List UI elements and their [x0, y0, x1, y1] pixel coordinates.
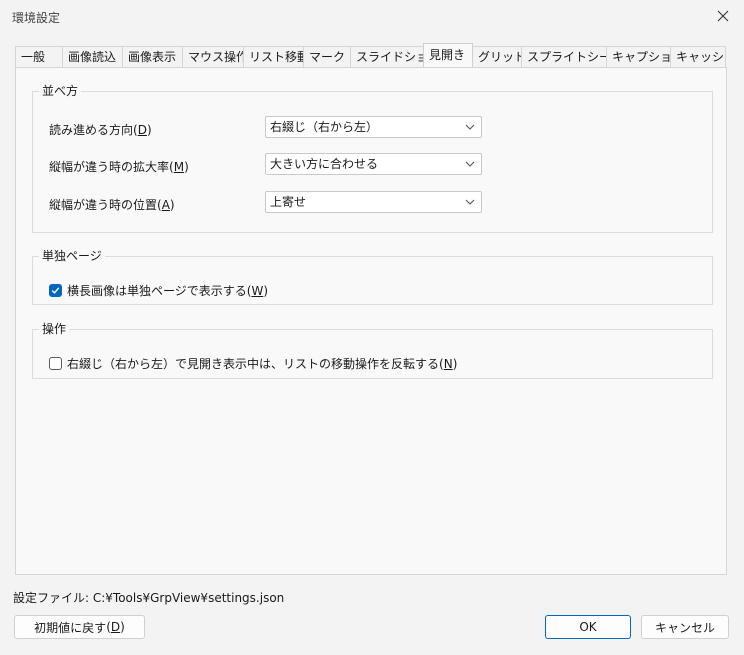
tab-strip: 一般 画像読込 画像表示 マウス操作 リスト移動 マーク スライドショー 見開き…: [15, 43, 727, 67]
checkmark-icon: [51, 286, 60, 294]
tab-spritesheet[interactable]: スプライトシート: [521, 46, 607, 67]
tab-mouse[interactable]: マウス操作: [182, 46, 244, 67]
chevron-down-icon: [465, 124, 475, 130]
zoom-ratio-label: 縦幅が違う時の拡大率(M): [49, 160, 189, 174]
landscape-single-page-checkbox[interactable]: 横長画像は単独ページで表示する(W): [49, 282, 268, 298]
tab-general[interactable]: 一般: [15, 46, 63, 67]
close-button[interactable]: [708, 4, 738, 28]
group-operation-title: 操作: [39, 321, 70, 337]
reset-defaults-button[interactable]: 初期値に戻す(D): [14, 615, 145, 639]
tab-image-display[interactable]: 画像表示: [122, 46, 183, 67]
tab-panel-spread: 並べ方 読み進める方向(D) 右綴じ（右から左） 縦幅が違う時の拡大率(M) 大…: [15, 67, 727, 575]
chevron-down-icon: [465, 199, 475, 205]
tab-image-load[interactable]: 画像読込: [62, 46, 123, 67]
checkbox-checked[interactable]: [49, 283, 62, 297]
ok-button[interactable]: OK: [545, 615, 631, 639]
tab-mark[interactable]: マーク: [303, 46, 351, 67]
cancel-button[interactable]: キャンセル: [641, 615, 729, 639]
group-operation: 操作 右綴じ（右から左）で見開き表示中は、リストの移動操作を反転する(N): [32, 321, 713, 379]
tab-cache[interactable]: キャッシュ: [670, 46, 726, 67]
alignment-value: 上寄せ: [270, 195, 307, 209]
group-order: 並べ方 読み進める方向(D) 右綴じ（右から左） 縦幅が違う時の拡大率(M) 大…: [32, 83, 713, 233]
alignment-label: 縦幅が違う時の位置(A): [49, 198, 175, 212]
group-order-title: 並べ方: [39, 83, 82, 99]
reading-direction-label: 読み進める方向(D): [49, 123, 152, 137]
tab-spread[interactable]: 見開き: [423, 43, 473, 67]
group-single-page-title: 単独ページ: [39, 248, 105, 264]
zoom-ratio-select[interactable]: 大きい方に合わせる: [265, 153, 482, 175]
tab-caption[interactable]: キャプション: [606, 46, 671, 67]
group-single-page: 単独ページ 横長画像は単独ページで表示する(W): [32, 248, 713, 305]
zoom-ratio-value: 大きい方に合わせる: [270, 157, 379, 171]
reverse-list-move-label: 右綴じ（右から左）で見開き表示中は、リストの移動操作を反転する(N): [67, 356, 458, 371]
window-title: 環境設定: [12, 11, 61, 25]
reading-direction-select[interactable]: 右綴じ（右から左）: [265, 116, 482, 138]
alignment-select[interactable]: 上寄せ: [265, 191, 482, 213]
close-icon: [717, 10, 729, 22]
tab-grid[interactable]: グリッド: [472, 46, 522, 67]
reading-direction-value: 右綴じ（右から左）: [270, 120, 379, 134]
reverse-list-move-checkbox[interactable]: 右綴じ（右から左）で見開き表示中は、リストの移動操作を反転する(N): [49, 355, 457, 371]
title-bar: 環境設定: [0, 0, 744, 32]
checkbox-unchecked[interactable]: [49, 356, 62, 370]
landscape-single-page-label: 横長画像は単独ページで表示する(W): [67, 283, 269, 298]
tab-slideshow[interactable]: スライドショー: [350, 46, 424, 67]
settings-file-path: 設定ファイル: C:¥Tools¥GrpView¥settings.json: [13, 591, 285, 605]
tab-list-move[interactable]: リスト移動: [243, 46, 304, 67]
chevron-down-icon: [465, 161, 475, 167]
